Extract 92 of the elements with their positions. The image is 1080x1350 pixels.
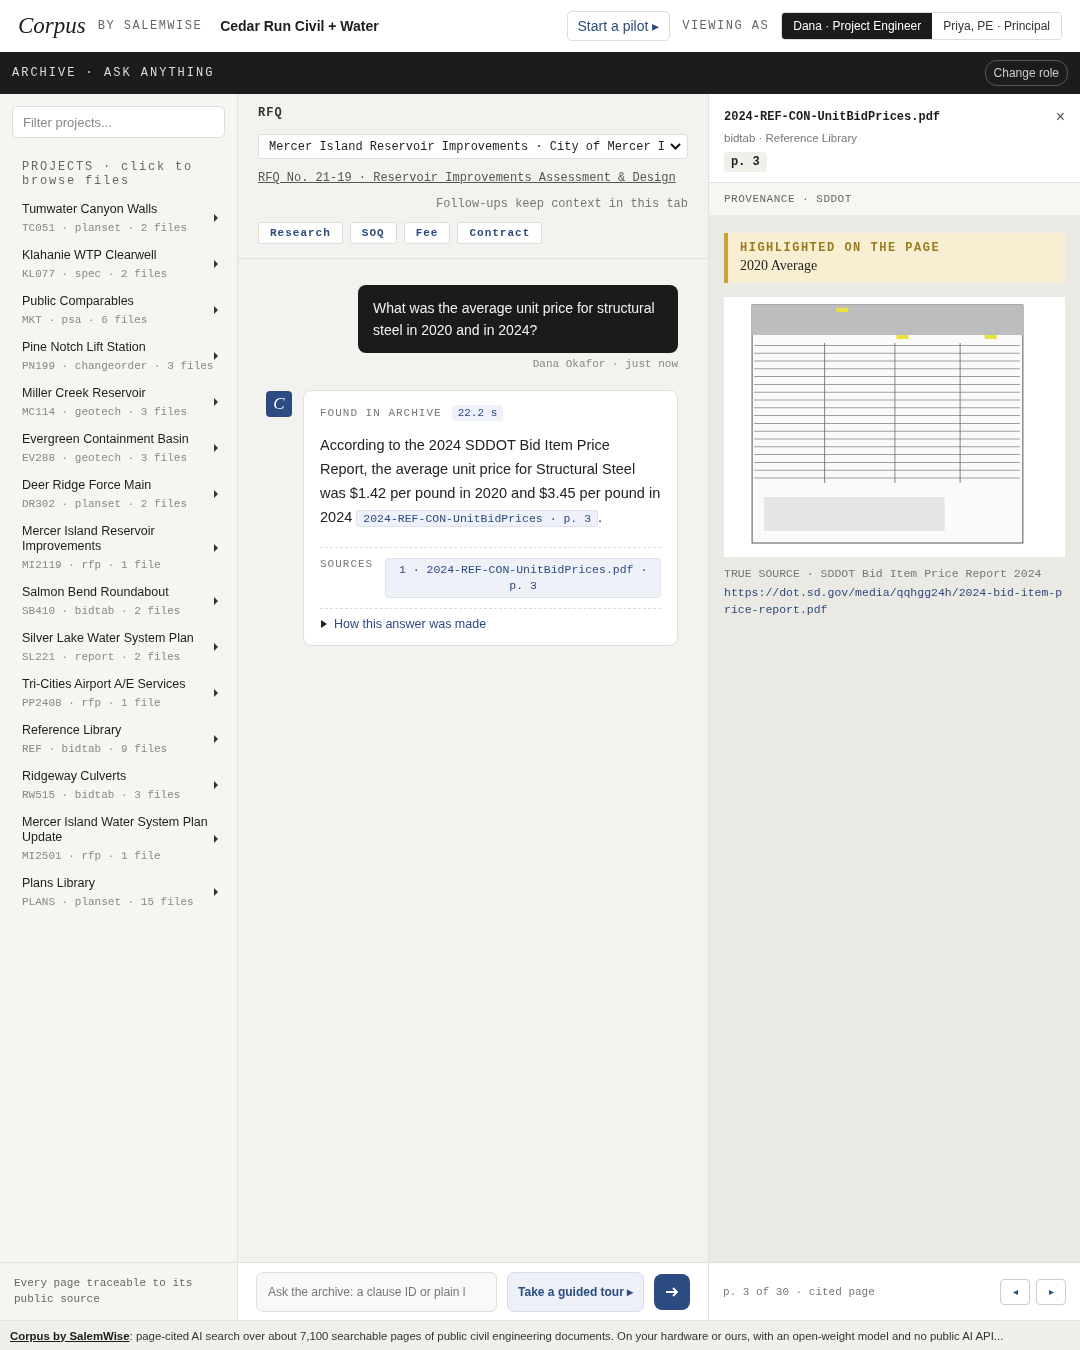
mode-button[interactable]: Fee bbox=[403, 222, 451, 244]
document-filename: 2024-REF-CON-UnitBidPrices.pdf bbox=[724, 110, 942, 124]
highlight-label: HIGHLIGHTED ON THE PAGE bbox=[740, 241, 942, 255]
assistant-avatar: C bbox=[266, 391, 292, 417]
project-meta: MKT · psa · 6 files bbox=[22, 314, 149, 326]
change-role-button[interactable]: Change role bbox=[984, 60, 1068, 86]
project-meta: PP2408 · rfp · 1 file bbox=[22, 697, 162, 709]
project-name[interactable]: Silver Lake Water System Plan bbox=[22, 631, 213, 646]
mode-button[interactable]: Contract bbox=[457, 222, 543, 244]
caret-icon[interactable] bbox=[213, 597, 219, 605]
caret-icon[interactable] bbox=[213, 398, 219, 406]
caret-icon[interactable] bbox=[213, 643, 219, 651]
project-name[interactable]: Ridgeway Culverts bbox=[22, 769, 213, 784]
project-meta: DR302 · planset · 2 files bbox=[22, 498, 189, 510]
sources-label: SOURCES bbox=[320, 558, 374, 572]
project-meta: PLANS · planset · 15 files bbox=[22, 896, 195, 908]
project-meta: REF · bidtab · 9 files bbox=[22, 743, 169, 755]
start-pilot-button[interactable]: Start a pilot ▸ bbox=[566, 11, 671, 41]
mode-button[interactable]: Research bbox=[258, 222, 343, 244]
project-name[interactable]: Mercer Island Reservoir Improvements bbox=[22, 524, 213, 554]
document-subtitle: bidtab · Reference Library bbox=[724, 132, 858, 144]
project-meta: TC051 · planset · 2 files bbox=[22, 222, 189, 234]
organization-name: Cedar Run Civil + Water bbox=[220, 18, 379, 34]
viewing-as-label: VIEWING AS bbox=[682, 19, 770, 33]
question-bubble: What was the average unit price for structural steel in 2020 and in 2024? bbox=[358, 285, 678, 353]
projects-heading: PROJECTS · click to browse files bbox=[22, 160, 195, 188]
caret-icon[interactable] bbox=[213, 260, 219, 268]
response-time: 22.2 s bbox=[451, 405, 504, 421]
citation-link[interactable]: 2024-REF-CON-UnitBidPrices · p. 3 bbox=[356, 510, 599, 527]
project-meta: SB410 · bidtab · 2 files bbox=[22, 605, 182, 617]
caret-icon[interactable] bbox=[213, 834, 219, 843]
guided-tour-button[interactable]: Take a guided tour ▸ bbox=[507, 1271, 645, 1312]
project-name[interactable]: Deer Ridge Force Main bbox=[22, 478, 213, 493]
project-meta: RW515 · bidtab · 3 files bbox=[22, 789, 182, 801]
project-name[interactable]: Plans Library bbox=[22, 876, 213, 891]
filter-field[interactable]: Filter projects... bbox=[12, 106, 225, 138]
page-badge: p. 3 bbox=[724, 152, 767, 172]
source-url[interactable]: https://dot.sd.gov/media/qqhgg24h/2024-bid-item-price-report.pdf bbox=[724, 584, 1065, 618]
project-meta: MI2501 · rfp · 1 file bbox=[22, 850, 162, 862]
project-name[interactable]: Salmon Bend Roundabout bbox=[22, 585, 213, 600]
page-status: p. 3 of 30 · cited page bbox=[723, 1285, 876, 1298]
caret-icon[interactable] bbox=[213, 735, 219, 743]
section-title: ARCHIVE · ASK ANYTHING bbox=[12, 66, 215, 80]
found-label: FOUND IN ARCHIVE bbox=[320, 407, 442, 419]
answer-text: According to the 2024 SDDOT Bid Item Price Report, the average unit price for Structural Steel was $1.42 per pound in 2020 and $3.45 per pound in 2024 2024-REF-CON-UnitBidPrices · p. 3 . bbox=[320, 436, 661, 529]
caret-icon[interactable] bbox=[213, 352, 220, 360]
how-answer-toggle[interactable]: How this answer was made bbox=[320, 617, 487, 631]
question-author: Dana Okafor · just now bbox=[532, 358, 678, 370]
footer-text: : page-cited AI search over about 7,100 searchable pages of public civil engineering documents. On your hardware or ours, with an open-weight model and no public AI API... bbox=[129, 1329, 1004, 1342]
true-source: TRUE SOURCE · SDDOT Bid Item Price Report 2024 bbox=[724, 567, 1043, 580]
project-meta: MC114 · geotech · 3 files bbox=[22, 406, 189, 418]
rfq-label: RFQ bbox=[258, 106, 284, 120]
logo-byline: BY SALEMWISE bbox=[97, 19, 203, 33]
project-meta: SL221 · report · 2 files bbox=[22, 651, 182, 663]
project-name[interactable]: Reference Library bbox=[22, 723, 213, 738]
project-name[interactable]: Public Comparables bbox=[22, 294, 213, 309]
project-name[interactable]: Mercer Island Water System Plan Update bbox=[22, 815, 213, 845]
mode-button[interactable]: SOQ bbox=[349, 222, 397, 244]
project-name[interactable]: Pine Notch Lift Station bbox=[22, 340, 214, 355]
caret-icon[interactable] bbox=[213, 214, 219, 222]
project-meta: KL077 · spec · 2 files bbox=[22, 268, 169, 280]
highlight-text: 2020 Average bbox=[740, 258, 819, 274]
role-toggle[interactable]: Dana · Project Engineer bbox=[782, 13, 933, 39]
project-meta: MI2119 · rfp · 1 file bbox=[22, 559, 162, 571]
brand-link[interactable]: Corpus by SalemWise bbox=[10, 1329, 130, 1342]
project-name[interactable]: Tri-Cities Airport A/E Services bbox=[22, 677, 213, 692]
project-meta: PN199 · changeorder · 3 files bbox=[22, 360, 214, 372]
next-page-button[interactable]: ▸ bbox=[1036, 1278, 1066, 1305]
caret-icon[interactable] bbox=[213, 543, 219, 552]
close-button[interactable]: × bbox=[1055, 108, 1065, 126]
project-name[interactable]: Tumwater Canyon Walls bbox=[22, 202, 213, 217]
logo: Corpus bbox=[18, 13, 86, 39]
caret-icon[interactable] bbox=[213, 781, 219, 789]
ask-field[interactable]: Ask the archive: a clause ID or plain l bbox=[256, 1271, 498, 1312]
chevron-down-icon bbox=[670, 143, 681, 150]
send-button[interactable] bbox=[654, 1273, 690, 1310]
source-link[interactable]: 1 · 2024-REF-CON-UnitBidPrices.pdf · p. 3 bbox=[385, 558, 661, 598]
caret-icon[interactable] bbox=[213, 306, 219, 314]
caret-icon[interactable] bbox=[213, 689, 219, 697]
triangle-icon bbox=[320, 620, 328, 628]
project-meta: EV288 · geotech · 3 files bbox=[22, 452, 189, 464]
project-name[interactable]: Miller Creek Reservoir bbox=[22, 386, 213, 401]
caret-icon[interactable] bbox=[213, 490, 219, 498]
caret-icon[interactable] bbox=[213, 444, 219, 452]
caret-icon[interactable] bbox=[213, 888, 219, 896]
project-name[interactable]: Evergreen Containment Basin bbox=[22, 432, 213, 447]
project-select[interactable]: Mercer Island Reservoir Improvements · City of Mercer I bbox=[258, 134, 688, 159]
previous-page-button[interactable]: ◂ bbox=[1000, 1278, 1030, 1305]
provenance-label: PROVENANCE · SDDOT bbox=[709, 183, 1080, 215]
project-name[interactable]: Klahanie WTP Clearwell bbox=[22, 248, 213, 263]
rfq-link[interactable]: RFQ No. 21-19 · Reservoir Improvements Assessment & Design bbox=[258, 171, 688, 185]
followup-note: Follow-ups keep context in this tab bbox=[435, 197, 688, 211]
